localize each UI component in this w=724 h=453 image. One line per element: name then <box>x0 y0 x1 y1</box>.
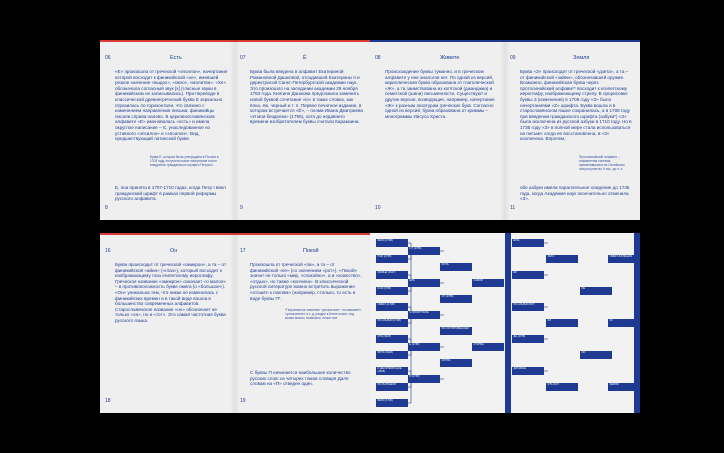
folio: 10 <box>375 205 381 211</box>
tree-node: ПСИ (1735) <box>376 255 408 263</box>
tree-node: ИЖИЦА (1917) <box>376 271 408 279</box>
tree-node: ХЕТА <box>546 255 578 263</box>
page-17: 17 Покой Произошла от греческой «пи», а … <box>235 233 370 413</box>
body-text-2: Е, она принята в 1707-1710 годах, когда … <box>115 185 226 202</box>
tree-node: ЕР <box>512 271 544 279</box>
tree-node: ДИГАММА <box>512 367 544 375</box>
page-07: 07 Ё Буква была введена в алфавит Екатер… <box>235 40 370 220</box>
page-number: 08 <box>375 55 381 61</box>
tree-node: САМПИ <box>472 279 504 287</box>
page-08: 08 Живете Происхождение буквы туманно, и… <box>370 40 505 220</box>
tree-node: ЯТЬ (1918) <box>376 335 408 343</box>
tree-node: ЮС МАЛЫЙ (1708) <box>376 319 408 327</box>
footnote: *Пограничное значение «упокоение», «почи… <box>285 308 362 320</box>
page-number: 07 <box>240 55 246 61</box>
tree-edge-strip <box>505 233 511 413</box>
tree-node: КОППА <box>440 359 472 367</box>
tree-node: ЕРЫ <box>512 239 544 247</box>
letter-title: Ё <box>303 55 307 61</box>
letter-title: Земля <box>573 55 590 61</box>
letter-title: Он <box>170 248 178 254</box>
tree-node: ОЙ <box>580 351 612 359</box>
tree-node: ЮС БОЛЬШОЙ <box>376 383 408 391</box>
spread-2: 08 Живете Происхождение буквы туманно, и… <box>370 40 640 220</box>
body-text: Буква «З» происходит от греческой «дзета… <box>520 69 632 142</box>
footnote: Протосинайский алфавит – алфавитная сист… <box>579 155 625 171</box>
tree-node: ОМЕГА (1708) <box>376 303 408 311</box>
tree-node: ЗЕЛО (1708) <box>376 239 408 247</box>
tree-node: ЗЕМЛЯ <box>608 383 640 391</box>
tree-diagram <box>370 233 640 413</box>
tree-node: И ДЕСЯТЕРИЧНОЕ (1918) <box>376 367 408 375</box>
blue-top-bar <box>370 40 505 42</box>
footnote: Буква Е, которая была утверждена в Росси… <box>150 155 219 167</box>
page-number: 06 <box>105 55 111 61</box>
tree-node: ОУ (1708) <box>440 295 472 303</box>
letter-tree-spread: ЗЕЛО (1708) ПСИ (1735) ИЖИЦА (1917) КСИ (17… <box>370 233 640 413</box>
tree-node: Ё (1783) <box>408 343 440 351</box>
page-number: 17 <box>240 248 246 254</box>
tree-node: УК <box>608 319 640 327</box>
letter-title: Живете <box>440 55 460 61</box>
tree-node: ОТ (1708) <box>408 247 440 255</box>
tree-node: ФИТА (1918) <box>376 351 408 359</box>
tree-node: СТИГМА <box>472 343 504 351</box>
tree-node: ЯТЬ ЙОТ. <box>546 383 578 391</box>
spread-1: 06 Есть «Е» произошла от греческой «эпси… <box>100 40 370 220</box>
tree-node: ЗЕЛО (1735) <box>376 399 408 407</box>
tree-node: ЮС ЙОТИРОВАННЫЙ <box>440 327 472 335</box>
spread-3: 16 Он Буква происходит от греческой «оми… <box>100 233 370 413</box>
tree-node: КСИ (1735) <box>376 287 408 295</box>
body-text-2: обе азбуки имели параллельное хождение д… <box>520 185 630 202</box>
page-09: 09 Земля Буква «З» происходит от греческ… <box>505 40 640 220</box>
tree-node: Э ОБОРОТНОЕ <box>408 311 440 319</box>
folio: 9 <box>240 205 243 211</box>
body-text: Буква происходит от греческой «омикрон»,… <box>115 262 227 323</box>
tree-node: ЙЕ <box>580 287 612 295</box>
page-16: 16 Он Буква происходит от греческой «оми… <box>100 233 235 413</box>
tree-node: Й (1735) <box>408 375 440 383</box>
body-text: «Е» произошла от греческой «эпсилон», на… <box>115 69 228 142</box>
tree-node: ЮС МАЛЫЙ ЙОТ. <box>512 303 544 311</box>
page-number: 16 <box>105 248 111 254</box>
folio: 11 <box>510 205 516 211</box>
body-text-2: С буквы П начинается наибольшее количест… <box>250 370 351 387</box>
blue-top-bar <box>505 40 640 42</box>
tree-node: ЙОТА <box>440 263 472 271</box>
folio: 18 <box>105 398 111 404</box>
red-top-bar <box>100 40 235 42</box>
folio: 19 <box>240 398 246 404</box>
letter-title: Есть <box>170 55 182 61</box>
red-top-bar <box>235 233 370 235</box>
red-top-bar <box>235 40 370 42</box>
body-text: Происхождение буквы туманно, и в греческ… <box>385 69 495 119</box>
letter-title: Покой <box>303 248 319 254</box>
tree-node: ОМЕГА БОЛЬШАЯ <box>608 255 640 263</box>
body-text: Буква была введена в алфавит Екатериной … <box>250 69 363 125</box>
tree-node: ХИ <box>546 319 578 327</box>
red-top-bar <box>100 233 235 235</box>
body-text: Произошла от греческой «пи», а та – от ф… <box>250 262 362 301</box>
tree-node: ЕРЬ <box>408 279 440 287</box>
page-06: 06 Есть «Е» произошла от греческой «эпси… <box>100 40 235 220</box>
tree-node: ДЕ (1708) <box>512 335 544 343</box>
page-number: 09 <box>510 55 516 61</box>
folio: 8 <box>105 205 108 211</box>
